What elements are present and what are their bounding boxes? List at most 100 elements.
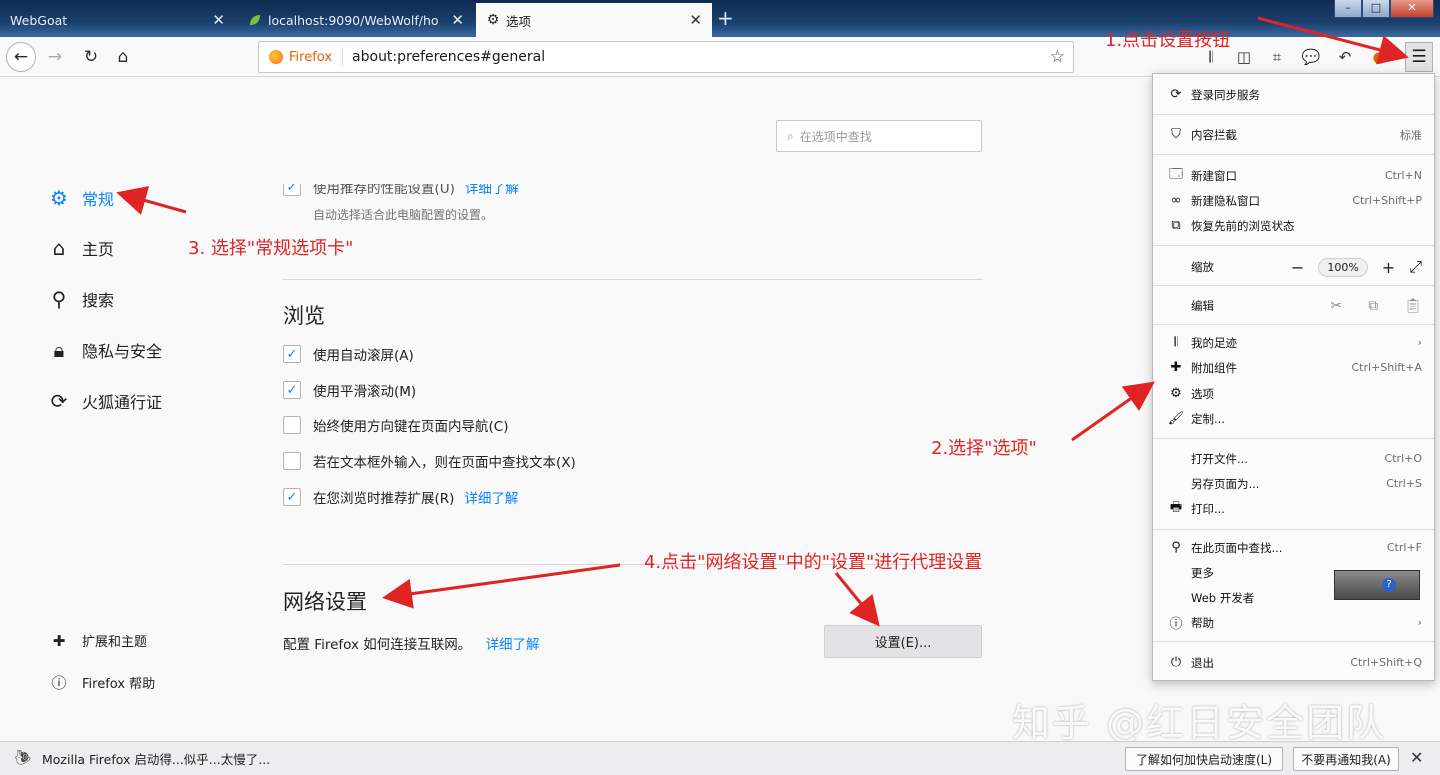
menu-options[interactable]: ⚙ 选项: [1153, 381, 1434, 406]
category-sync[interactable]: ⟳ 火狐通行证: [46, 389, 162, 413]
link-firefox-help[interactable]: ⓘ Firefox 帮助: [50, 672, 155, 693]
menu-addons[interactable]: ✚ 附加组件 Ctrl+Shift+A: [1153, 355, 1434, 380]
preferences-search-input[interactable]: ⌕ 在选项中查找: [776, 120, 982, 152]
extension-icon[interactable]: ●: [1368, 46, 1390, 68]
menu-separator: [1153, 438, 1434, 439]
annotation-step4: 4.点击"网络设置"中的"设置"进行代理设置: [644, 552, 983, 573]
back-button[interactable]: ←: [6, 42, 36, 72]
menu-label: 打开文件...: [1191, 451, 1248, 466]
copy-icon[interactable]: ⧉: [1368, 298, 1378, 314]
link-label: Firefox 帮助: [82, 677, 156, 692]
menu-label: 在此页面中查找...: [1191, 540, 1283, 555]
autoscroll-checkbox[interactable]: ✓ 使用自动滚屏(A): [283, 344, 414, 364]
overlay-thumbnail: ?: [1334, 570, 1420, 600]
close-icon[interactable]: ✕: [1410, 748, 1423, 767]
menu-label: 缩放: [1191, 260, 1214, 274]
cut-icon[interactable]: ✂: [1330, 298, 1342, 314]
menu-shortcut: Ctrl+O: [1384, 452, 1422, 465]
url-bar[interactable]: Firefox about:preferences#general ☆: [258, 41, 1074, 73]
paste-icon[interactable]: 📋︎: [1404, 298, 1422, 314]
tab-webwolf[interactable]: localhost:9090/WebWolf/ho ✕: [238, 3, 474, 37]
zoom-out-button[interactable]: −: [1291, 258, 1304, 277]
tab-title: WebGoat: [10, 12, 68, 28]
smooth-scroll-checkbox[interactable]: ✓ 使用平滑滚动(M): [283, 380, 416, 400]
chat-icon[interactable]: 💬: [1300, 46, 1322, 68]
brush-icon: 🖌︎: [1167, 411, 1185, 426]
caret-browsing-checkbox[interactable]: 始终使用方向键在页面内导航(C): [283, 415, 508, 435]
menu-separator: [1153, 154, 1434, 155]
undo-icon[interactable]: ↶: [1334, 46, 1356, 68]
search-icon: ⚲: [1171, 540, 1181, 555]
menu-separator: [1153, 245, 1434, 246]
menu-new-private-window[interactable]: ∞ 新建隐私窗口 Ctrl+Shift+P: [1153, 188, 1434, 213]
menu-save-page[interactable]: 另存页面为... Ctrl+S: [1153, 471, 1434, 496]
find-as-you-type-checkbox[interactable]: 若在文本框外输入，则在页面中查找文本(X): [283, 451, 576, 471]
checkbox-checked[interactable]: ✓: [283, 345, 301, 363]
category-search[interactable]: ⚲ 搜索: [46, 287, 114, 311]
annotation-step3: 3. 选择"常规选项卡": [188, 238, 354, 259]
menu-label: 打印...: [1191, 501, 1225, 516]
menu-label: 新建隐私窗口: [1191, 193, 1260, 208]
menu-button[interactable]: ☰: [1405, 42, 1433, 72]
menu-print[interactable]: 🖶 打印...: [1153, 496, 1434, 521]
recommend-extensions-checkbox[interactable]: ✓ 在您浏览时推荐扩展(R) 详细了解: [283, 487, 518, 507]
category-privacy[interactable]: 🔒︎ 隐私与安全: [46, 338, 162, 362]
identity-box[interactable]: Firefox: [259, 47, 344, 67]
zoom-reset-button[interactable]: 100%: [1318, 257, 1368, 277]
category-home[interactable]: ⌂ 主页: [46, 236, 114, 260]
window-close-button[interactable]: ✕: [1390, 0, 1434, 18]
menu-help[interactable]: ⓘ 帮助 ›: [1153, 610, 1434, 635]
menu-sync[interactable]: ⟳ 登录同步服务: [1153, 82, 1434, 107]
url-text[interactable]: about:preferences#general: [343, 49, 545, 65]
menu-separator: [1153, 114, 1434, 115]
watermark: 知乎 @红日安全团队: [1012, 701, 1387, 745]
home-button[interactable]: ⌂: [108, 42, 138, 72]
link-addons-themes[interactable]: ✚ 扩展和主题: [50, 631, 147, 651]
learn-more-link[interactable]: 详细了解: [464, 487, 518, 507]
menu-label: 恢复先前的浏览状态: [1191, 218, 1295, 233]
fullscreen-icon[interactable]: ⤢: [1409, 257, 1422, 277]
tab-webgoat[interactable]: WebGoat ✕: [0, 3, 235, 37]
checkbox-unchecked[interactable]: [283, 416, 301, 434]
checkbox-label: 在您浏览时推荐扩展(R): [313, 491, 455, 507]
menu-restore-session[interactable]: ⧉ 恢复先前的浏览状态: [1153, 213, 1434, 238]
checkbox-checked[interactable]: ✓: [283, 488, 301, 506]
mask-icon: ∞: [1170, 193, 1182, 208]
checkbox-checked[interactable]: ✓: [283, 184, 301, 196]
checkbox-checked[interactable]: ✓: [283, 381, 301, 399]
menu-open-file[interactable]: 打开文件... Ctrl+O: [1153, 446, 1434, 471]
forward-button[interactable]: →: [40, 42, 70, 72]
close-icon[interactable]: ✕: [689, 11, 702, 29]
minimize-button[interactable]: –: [1334, 0, 1362, 18]
bookmark-star-icon[interactable]: ☆: [1050, 47, 1065, 67]
category-general[interactable]: ⚙ 常规: [46, 186, 114, 210]
sync-icon: ⟳: [1170, 87, 1182, 102]
learn-more-link[interactable]: 详细了解: [486, 637, 540, 653]
dont-notify-button[interactable]: 不要再通知我(A): [1293, 747, 1399, 771]
network-settings-button[interactable]: 设置(E)...: [824, 625, 982, 658]
annotation-step2: 2.选择"选项": [931, 438, 1037, 459]
menu-find[interactable]: ⚲ 在此页面中查找... Ctrl+F: [1153, 535, 1434, 560]
perf-recommended-checkbox[interactable]: ✓ 使用推荐的性能设置(U) 详细了解: [283, 184, 519, 197]
menu-quit[interactable]: ⏻ 退出 Ctrl+Shift+Q: [1153, 650, 1434, 675]
close-icon[interactable]: ✕: [212, 11, 225, 29]
maximize-button[interactable]: □: [1362, 0, 1390, 18]
puzzle-icon: ✚: [52, 631, 66, 650]
menu-new-window[interactable]: 🗔 新建窗口 Ctrl+N: [1153, 163, 1434, 188]
menu-separator: [1153, 641, 1434, 642]
menu-content-blocking[interactable]: ⛉ 内容拦截 标准: [1153, 122, 1434, 147]
menu-customize[interactable]: 🖌︎ 定制...: [1153, 406, 1434, 431]
menu-library[interactable]: 𝄃 我的足迹 ›: [1153, 330, 1434, 355]
menu-label: 内容拦截: [1191, 127, 1237, 142]
sidebar-icon[interactable]: ◫: [1233, 46, 1255, 68]
tab-options[interactable]: ⚙ 选项 ✕: [476, 3, 712, 37]
learn-faster-startup-button[interactable]: 了解如何加快启动速度(L): [1125, 747, 1283, 771]
zoom-in-button[interactable]: +: [1382, 258, 1395, 277]
screenshot-icon[interactable]: ⌗: [1266, 46, 1288, 68]
checkbox-unchecked[interactable]: [283, 452, 301, 470]
reload-button[interactable]: ↻: [76, 42, 106, 72]
menu-label: 帮助: [1191, 615, 1214, 630]
new-tab-button[interactable]: +: [717, 6, 734, 30]
learn-more-link[interactable]: 详细了解: [465, 184, 519, 197]
close-icon[interactable]: ✕: [451, 11, 464, 29]
